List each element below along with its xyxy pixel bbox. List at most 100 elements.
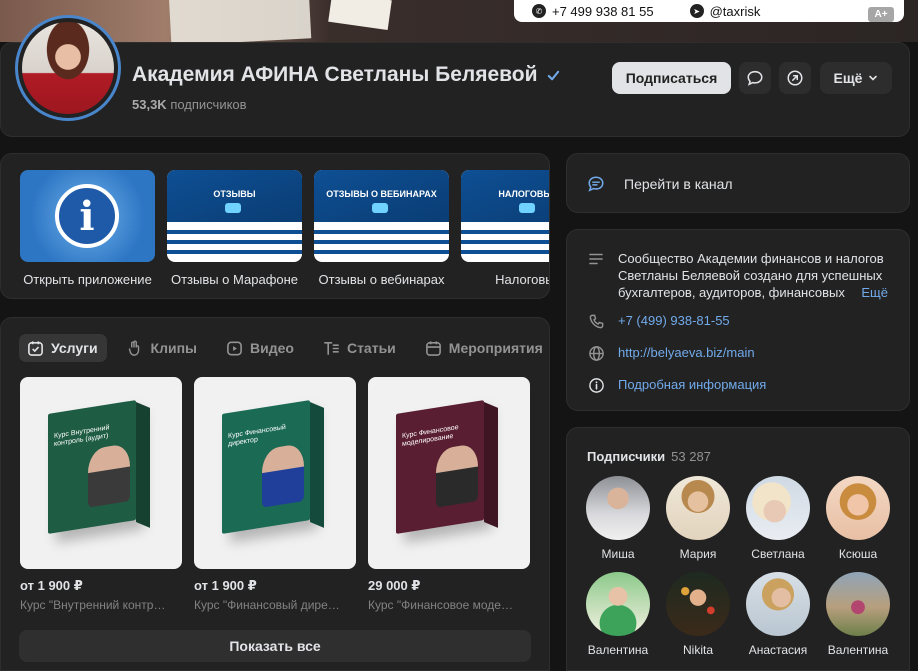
cover-phone: +7 499 938 81 55 xyxy=(552,3,654,19)
content-block: Услуги Клипы Видео Статьи Мероприятия Ку… xyxy=(0,317,550,671)
subscribers-count[interactable]: 53,3K подписчиков xyxy=(132,97,247,112)
follower-item[interactable]: Миша xyxy=(583,476,653,561)
chat-bubble-icon xyxy=(225,203,241,213)
product-price: от 1 900 ₽ xyxy=(20,578,83,593)
avatar xyxy=(666,572,730,636)
tab-services[interactable]: Услуги xyxy=(19,334,107,362)
goto-channel-label: Перейти в канал xyxy=(624,176,733,192)
followers-header[interactable]: Подписчики 53 287 xyxy=(587,449,711,464)
about-card: Сообщество Академии финансов и налогов С… xyxy=(566,229,910,411)
follower-item[interactable]: Валентина xyxy=(583,572,653,657)
share-icon xyxy=(787,70,803,86)
follower-item[interactable]: Nikita xyxy=(663,572,733,657)
follower-name: Nikita xyxy=(682,643,713,657)
tab-articles[interactable]: Статьи xyxy=(315,334,405,362)
phone-row: +7 (499) 938-81-55 xyxy=(587,312,730,330)
phone-icon: ✆ xyxy=(532,4,546,18)
details-row: Подробная информация xyxy=(587,376,766,394)
video-icon xyxy=(227,341,242,355)
telegram-icon: ➤ xyxy=(689,4,704,18)
chat-bubble-icon xyxy=(372,203,388,213)
product-image: Курс Финансовое моделирование xyxy=(368,377,530,569)
tab-events[interactable]: Мероприятия xyxy=(417,334,549,362)
tab-clips[interactable]: Клипы xyxy=(119,334,206,362)
follower-name: Мария xyxy=(679,547,717,561)
message-icon xyxy=(747,70,763,86)
product-price: 29 000 ₽ xyxy=(368,578,421,593)
product-image: Курс Внутренний контроль (аудит) xyxy=(20,377,182,569)
app-label: Налоговый xyxy=(495,272,549,287)
details-link[interactable]: Подробная информация xyxy=(618,376,766,394)
product-price: от 1 900 ₽ xyxy=(194,578,257,593)
app-thumbnail: ОТЗЫВЫ О ВЕБИНАРАХ xyxy=(314,170,449,262)
follower-name: Валентина xyxy=(587,643,649,657)
product-box: Курс Финансовое моделирование xyxy=(396,400,498,534)
phone-icon xyxy=(587,312,605,330)
product-box: Курс Внутренний контроль (аудит) xyxy=(48,400,150,534)
phone-link[interactable]: +7 (499) 938-81-55 xyxy=(618,312,730,330)
app-thumbnail-text: ОТЗЫВЫ xyxy=(213,189,256,199)
followers-title: Подписчики xyxy=(587,449,666,464)
product-box-text: Курс Финансовый директор xyxy=(228,423,286,449)
product-card[interactable]: Курс Внутренний контроль (аудит) от 1 90… xyxy=(20,377,182,612)
app-tax[interactable]: НАЛОГОВЫЙ Налоговый xyxy=(461,170,549,287)
more-button[interactable]: Ещё xyxy=(820,62,892,94)
avatar xyxy=(826,572,890,636)
app-thumbnail: ОТЗЫВЫ xyxy=(167,170,302,262)
avatar xyxy=(666,476,730,540)
follower-item[interactable]: Мария xyxy=(663,476,733,561)
tab-label: Клипы xyxy=(150,340,198,356)
description-icon xyxy=(587,250,605,268)
community-avatar[interactable] xyxy=(15,15,121,121)
tab-video[interactable]: Видео xyxy=(218,334,303,362)
follower-item[interactable]: Валентина xyxy=(823,572,893,657)
subscribers-number: 53,3K xyxy=(132,97,167,112)
services-icon xyxy=(28,340,43,356)
follower-item[interactable]: Светлана xyxy=(743,476,813,561)
tab-label: Услуги xyxy=(51,340,98,356)
accessibility-badge[interactable]: A+ xyxy=(868,7,894,22)
page-title: Академия АФИНА Светланы Беляевой xyxy=(132,63,561,87)
product-box-text: Курс Финансовое моделирование xyxy=(402,424,459,449)
avatar xyxy=(826,476,890,540)
cover-paper-decoration xyxy=(328,0,392,31)
chat-bubble-icon xyxy=(519,203,535,213)
community-header: Академия АФИНА Светланы Беляевой 53,3K п… xyxy=(0,15,910,137)
followers-count: 53 287 xyxy=(671,449,711,464)
chevron-down-icon xyxy=(869,75,878,81)
avatar xyxy=(746,476,810,540)
product-box-text: Курс Внутренний контроль (аудит) xyxy=(54,424,110,449)
avatar-photo xyxy=(22,22,114,114)
description-more-link[interactable]: Ещё xyxy=(857,284,888,301)
share-button[interactable] xyxy=(779,62,811,94)
tab-label: Видео xyxy=(250,340,294,356)
followers-card: Подписчики 53 287 Миша Мария Светлана Ксю… xyxy=(566,427,910,671)
app-marathon-reviews[interactable]: ОТЗЫВЫ Отзывы о Марафоне xyxy=(167,170,302,287)
message-button[interactable] xyxy=(739,62,771,94)
description-row: Сообщество Академии финансов и налогов С… xyxy=(587,250,890,301)
app-label: Отзывы о вебинарах xyxy=(318,272,445,287)
globe-icon xyxy=(587,344,605,362)
subscribe-button[interactable]: Подписаться xyxy=(612,62,731,94)
app-thumbnail-text: ОТЗЫВЫ О ВЕБИНАРАХ xyxy=(326,189,437,199)
goto-channel-card[interactable]: Перейти в канал xyxy=(566,153,910,213)
follower-item[interactable]: Ксюша xyxy=(823,476,893,561)
app-label: Отзывы о Марафоне xyxy=(170,272,299,287)
cover-telegram: @taxrisk xyxy=(709,3,761,19)
subscribers-label: подписчиков xyxy=(170,97,247,112)
avatar xyxy=(586,476,650,540)
app-thumbnail: i xyxy=(20,170,155,262)
articles-icon xyxy=(324,341,339,355)
avatar xyxy=(586,572,650,636)
product-card[interactable]: Курс Финансовый директор от 1 900 ₽ Курс… xyxy=(194,377,356,612)
follower-item[interactable]: Анастасия xyxy=(743,572,813,657)
info-icon xyxy=(587,376,605,394)
app-open-application[interactable]: i Открыть приложение xyxy=(20,170,155,287)
website-link[interactable]: http://belyaeva.biz/main xyxy=(618,344,755,362)
product-card[interactable]: Курс Финансовое моделирование 29 000 ₽ К… xyxy=(368,377,530,612)
show-all-button[interactable]: Показать все xyxy=(19,630,531,662)
info-icon: i xyxy=(55,184,119,248)
app-webinar-reviews[interactable]: ОТЗЫВЫ О ВЕБИНАРАХ Отзывы о вебинарах xyxy=(314,170,449,287)
clips-icon xyxy=(128,340,139,356)
cover-contact-bar: ✆ +7 499 938 81 55 ➤ @taxrisk xyxy=(514,0,904,22)
